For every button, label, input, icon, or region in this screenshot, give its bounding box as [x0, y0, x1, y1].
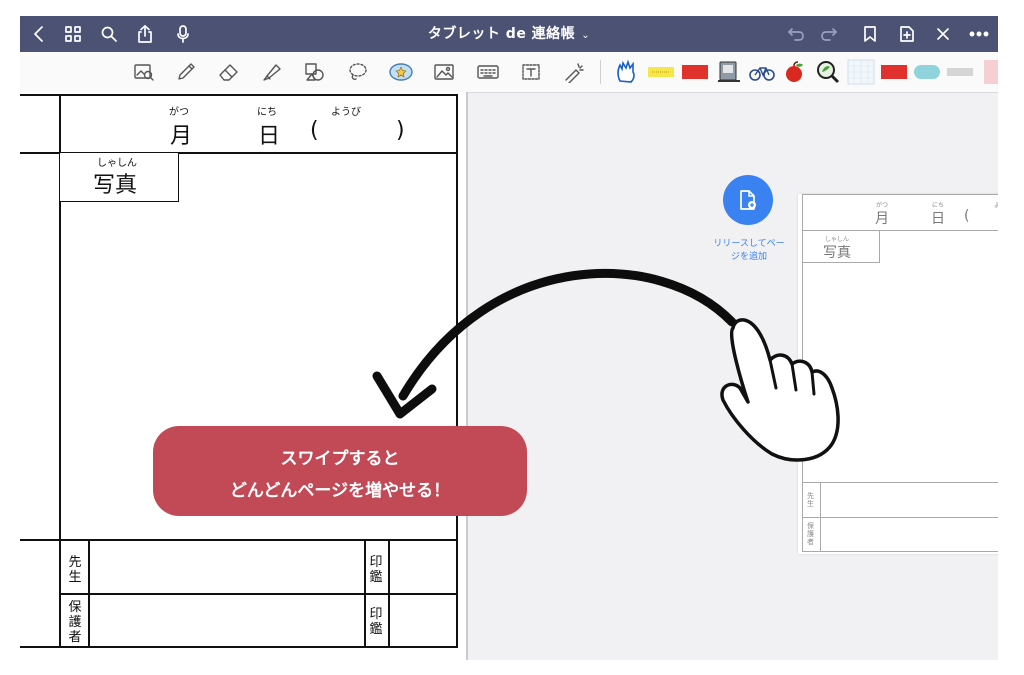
hint-line-2: どんどんページを増やせる！	[229, 481, 451, 501]
swipe-arrow-curve	[398, 268, 737, 401]
swipe-gesture-overlay	[372, 268, 840, 462]
pointing-hand-icon	[720, 318, 840, 462]
app-frame: タブレット de 連絡帳 ⌄ がつ 月 にち 日 (ようび) しゃしん 写真…	[20, 16, 998, 660]
hint-line-1: スワイプすると	[280, 449, 400, 469]
swipe-hint-banner: スワイプすると どんどんページを増やせる！	[153, 426, 527, 516]
